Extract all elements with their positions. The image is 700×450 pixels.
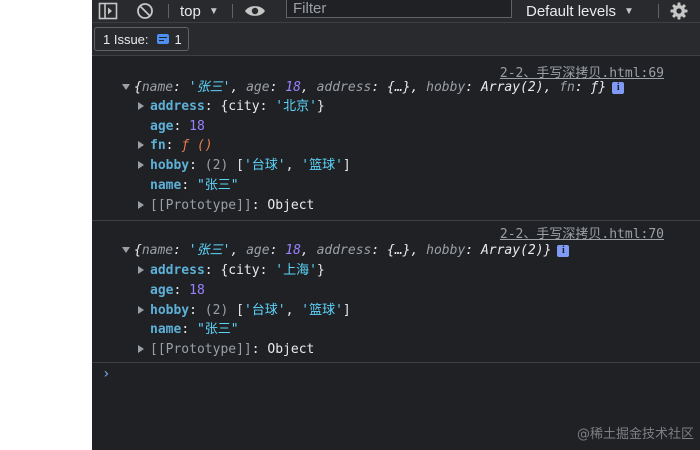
toolbar-divider [168, 4, 169, 18]
filter-input[interactable]: Filter [286, 0, 512, 18]
property-hobby[interactable]: hobby: (2) ['台球', '篮球'] [138, 157, 351, 175]
property-address[interactable]: address: {city: '北京'} [138, 98, 325, 116]
prompt-chevron-icon: › [102, 366, 111, 382]
property-address[interactable]: address: {city: '上海'} [138, 262, 325, 280]
info-icon[interactable]: i [612, 82, 625, 94]
property-name: name: "张三" [150, 178, 239, 193]
filter-placeholder: Filter [293, 0, 327, 17]
console-message: 2-2、手写深拷贝.html:69 {name: '张三', age: 18, … [92, 56, 700, 221]
dropdown-arrow-icon: ▼ [624, 5, 634, 17]
issues-bar: 1 Issue: 1 [92, 23, 700, 56]
property-age: age: 18 [150, 283, 205, 298]
context-label: top [180, 2, 201, 20]
dropdown-arrow-icon: ▼ [208, 5, 219, 17]
source-link[interactable]: 2-2、手写深拷贝.html:70 [500, 223, 664, 242]
sidebar-toggle-icon[interactable] [98, 0, 118, 22]
property-age: age: 18 [150, 119, 205, 134]
object-summary[interactable]: {name: '张三', age: 18, address: {…}, hobb… [122, 79, 625, 97]
property-fn[interactable]: fn: ƒ () [138, 137, 213, 155]
toolbar-divider [658, 4, 659, 18]
log-levels-label: Default levels [526, 2, 617, 20]
expand-arrow-icon[interactable] [138, 266, 144, 274]
expand-arrow-icon[interactable] [138, 102, 144, 110]
expand-arrow-icon[interactable] [138, 201, 144, 209]
expand-arrow-icon[interactable] [138, 345, 144, 353]
log-levels-dropdown[interactable]: Default levels ▼ [526, 0, 634, 22]
issue-icon [156, 34, 169, 44]
issues-count: 1 [174, 31, 182, 47]
watermark: @稀土掘金技术社区 [576, 427, 694, 442]
expand-arrow-icon[interactable] [122, 247, 130, 253]
property-name: name: "张三" [150, 322, 239, 337]
property-prototype[interactable]: [[Prototype]]: Object [138, 197, 314, 215]
console-message: 2-2、手写深拷贝.html:70 {name: '张三', age: 18, … [92, 221, 700, 363]
eye-icon[interactable] [244, 0, 266, 22]
clear-console-icon[interactable] [136, 0, 154, 22]
expand-arrow-icon[interactable] [138, 141, 144, 149]
devtools-console: top ▼ Filter Default levels ▼ 1 Issue: 1… [92, 0, 700, 450]
gear-icon[interactable] [670, 0, 688, 22]
issues-label: 1 Issue: [103, 31, 149, 47]
property-hobby[interactable]: hobby: (2) ['台球', '篮球'] [138, 302, 351, 320]
expand-arrow-icon[interactable] [138, 306, 144, 314]
property-prototype[interactable]: [[Prototype]]: Object [138, 341, 314, 359]
expand-arrow-icon[interactable] [122, 84, 130, 90]
page-margin [0, 0, 92, 450]
toolbar-divider [232, 4, 233, 18]
expand-arrow-icon[interactable] [138, 161, 144, 169]
object-summary[interactable]: {name: '张三', age: 18, address: {…}, hobb… [122, 242, 570, 260]
console-prompt[interactable]: › [102, 366, 110, 382]
context-selector[interactable]: top ▼ [180, 0, 219, 22]
console-toolbar: top ▼ Filter Default levels ▼ [92, 0, 700, 23]
issues-button[interactable]: 1 Issue: 1 [94, 27, 189, 51]
info-icon[interactable]: i [557, 245, 570, 257]
